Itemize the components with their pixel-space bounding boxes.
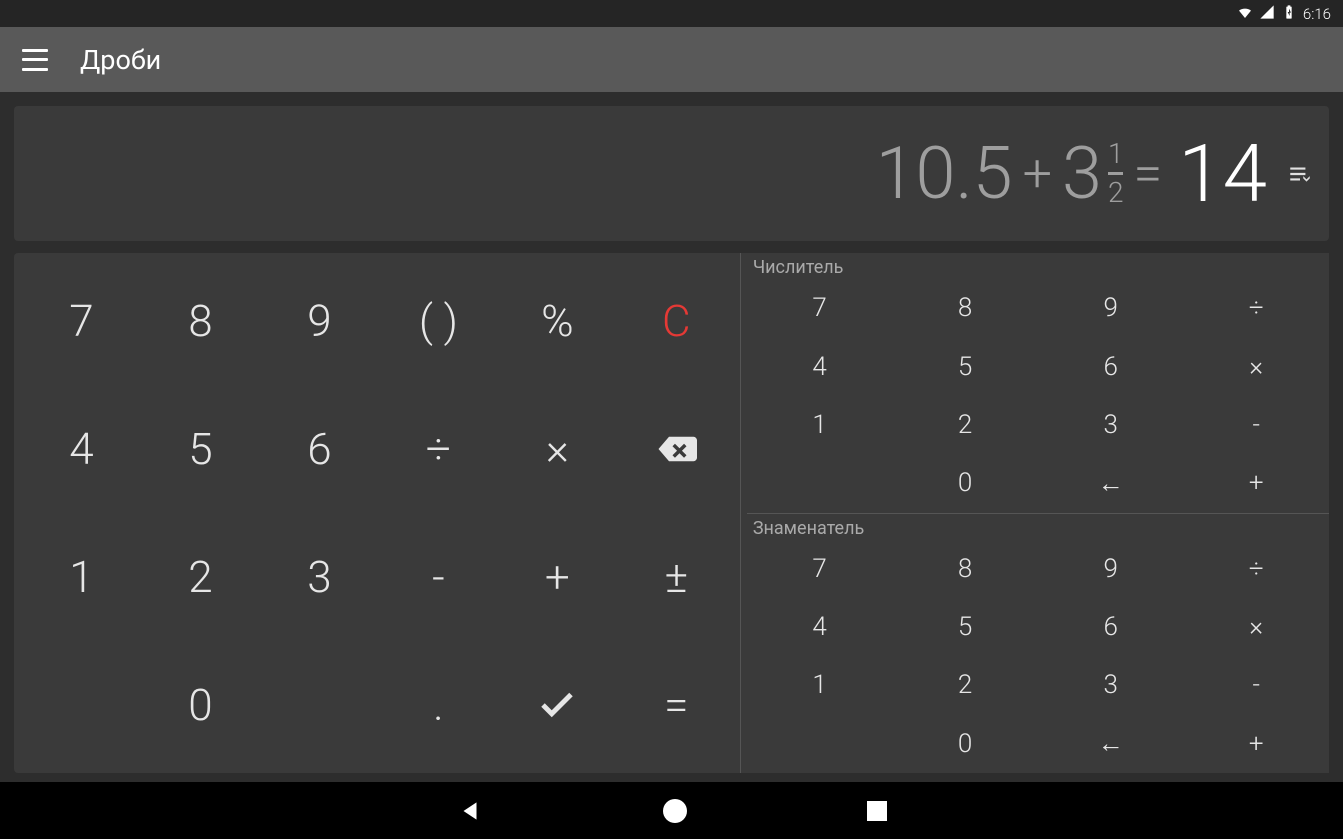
denominator-key-8[interactable]: 8 bbox=[892, 540, 1038, 598]
main-multiply-key[interactable]: × bbox=[498, 385, 617, 513]
operand-right-mixed: 3 1 2 bbox=[1062, 131, 1123, 216]
main-key-8[interactable]: 8 bbox=[141, 257, 260, 385]
battery-charging-icon bbox=[1281, 4, 1297, 24]
denominator-divide-key[interactable]: ÷ bbox=[1183, 540, 1329, 598]
app-bar: Дроби bbox=[0, 27, 1343, 92]
numerator-label: Числитель bbox=[747, 253, 1329, 279]
main-keypad: 789( )%C 456÷× 123-+±0. = bbox=[14, 253, 744, 773]
expand-result-icon[interactable] bbox=[1285, 159, 1315, 189]
main-decimal-key[interactable]: . bbox=[379, 641, 498, 769]
main-minus-key[interactable]: - bbox=[379, 513, 498, 641]
denominator-key-2[interactable]: 2 bbox=[892, 656, 1038, 714]
main-key-6[interactable]: 6 bbox=[260, 385, 379, 513]
fraction-numerator: 1 bbox=[1108, 140, 1124, 168]
main-equals-key[interactable]: = bbox=[617, 641, 736, 769]
page-title: Дроби bbox=[80, 44, 161, 76]
denominator-key-3[interactable]: 3 bbox=[1038, 656, 1184, 714]
numerator-multiply-key[interactable]: × bbox=[1183, 337, 1329, 395]
denominator-key-1[interactable]: 1 bbox=[747, 656, 893, 714]
denominator-plus-key[interactable]: + bbox=[1183, 715, 1329, 773]
denominator-key-5[interactable]: 5 bbox=[892, 598, 1038, 656]
numerator-key-2[interactable]: 2 bbox=[892, 396, 1038, 454]
main-spacer bbox=[22, 641, 141, 769]
denominator-section: Знаменатель 789÷ 456× 123- 0←+ bbox=[747, 513, 1329, 774]
main-percent-key[interactable]: % bbox=[498, 257, 617, 385]
navigation-bar bbox=[0, 782, 1343, 839]
calculation-display: 10.5 + 3 1 2 = 14 bbox=[14, 106, 1329, 241]
denominator-left-arrow-key[interactable]: ← bbox=[1038, 715, 1184, 773]
main-key-4[interactable]: 4 bbox=[22, 385, 141, 513]
denominator-minus-key[interactable]: - bbox=[1183, 656, 1329, 714]
numerator-key-7[interactable]: 7 bbox=[747, 279, 893, 337]
main-key-0[interactable]: 0 bbox=[141, 641, 260, 769]
main-plus-key[interactable]: + bbox=[498, 513, 617, 641]
numerator-key-8[interactable]: 8 bbox=[892, 279, 1038, 337]
main-key-1[interactable]: 1 bbox=[22, 513, 141, 641]
recent-apps-button[interactable] bbox=[867, 801, 887, 821]
numerator-key-4[interactable]: 4 bbox=[747, 337, 893, 395]
numerator-key-5[interactable]: 5 bbox=[892, 337, 1038, 395]
numerator-minus-key[interactable]: - bbox=[1183, 396, 1329, 454]
operator: + bbox=[1023, 143, 1052, 204]
numerator-plus-key[interactable]: + bbox=[1183, 454, 1329, 512]
main-key-2[interactable]: 2 bbox=[141, 513, 260, 641]
main-divide-key[interactable]: ÷ bbox=[379, 385, 498, 513]
denominator-spacer bbox=[747, 715, 893, 773]
home-button[interactable] bbox=[663, 799, 687, 823]
numerator-divide-key[interactable]: ÷ bbox=[1183, 279, 1329, 337]
status-bar: 6:16 bbox=[0, 0, 1343, 27]
numerator-key-0[interactable]: 0 bbox=[892, 454, 1038, 512]
back-button[interactable] bbox=[457, 798, 483, 824]
denominator-key-9[interactable]: 9 bbox=[1038, 540, 1184, 598]
denominator-key-6[interactable]: 6 bbox=[1038, 598, 1184, 656]
keypad-area: 789( )%C456÷×123-+±0.= Числитель 789÷456… bbox=[14, 253, 1329, 773]
denominator-keypad: 789÷ 456× 123- 0←+ bbox=[747, 540, 1329, 774]
main-key-9[interactable]: 9 bbox=[260, 257, 379, 385]
numerator-left-arrow-key[interactable]: ← bbox=[1038, 454, 1184, 512]
main-check-key[interactable] bbox=[498, 641, 617, 769]
main-key-7[interactable]: 7 bbox=[22, 257, 141, 385]
numerator-key-3[interactable]: 3 bbox=[1038, 396, 1184, 454]
main-parentheses-key[interactable]: ( ) bbox=[379, 257, 498, 385]
denominator-key-0[interactable]: 0 bbox=[892, 715, 1038, 773]
result-value: 14 bbox=[1178, 127, 1267, 221]
denominator-key-7[interactable]: 7 bbox=[747, 540, 893, 598]
denominator-label: Знаменатель bbox=[747, 514, 1329, 540]
fraction-denominator: 2 bbox=[1108, 179, 1124, 207]
denominator-multiply-key[interactable]: × bbox=[1183, 598, 1329, 656]
signal-icon bbox=[1259, 4, 1275, 24]
main-clear-key[interactable]: C bbox=[617, 257, 736, 385]
denominator-key-4[interactable]: 4 bbox=[747, 598, 893, 656]
numerator-spacer bbox=[747, 454, 893, 512]
numerator-key-1[interactable]: 1 bbox=[747, 396, 893, 454]
menu-icon[interactable] bbox=[22, 49, 48, 71]
main-key-5[interactable]: 5 bbox=[141, 385, 260, 513]
status-time: 6:16 bbox=[1303, 5, 1331, 23]
operand-left: 10.5 bbox=[876, 131, 1013, 216]
main-spacer bbox=[260, 641, 379, 769]
main-backspace-key[interactable] bbox=[617, 385, 736, 513]
numerator-section: Числитель 789÷ 456× 123- 0←+ bbox=[747, 253, 1329, 513]
numerator-keypad: 789÷ 456× 123- 0←+ bbox=[747, 279, 1329, 513]
numerator-key-6[interactable]: 6 bbox=[1038, 337, 1184, 395]
wifi-icon bbox=[1237, 4, 1253, 24]
main-plus-minus-key[interactable]: ± bbox=[617, 513, 736, 641]
numerator-key-9[interactable]: 9 bbox=[1038, 279, 1184, 337]
main-key-3[interactable]: 3 bbox=[260, 513, 379, 641]
equals-sign: = bbox=[1133, 143, 1162, 204]
